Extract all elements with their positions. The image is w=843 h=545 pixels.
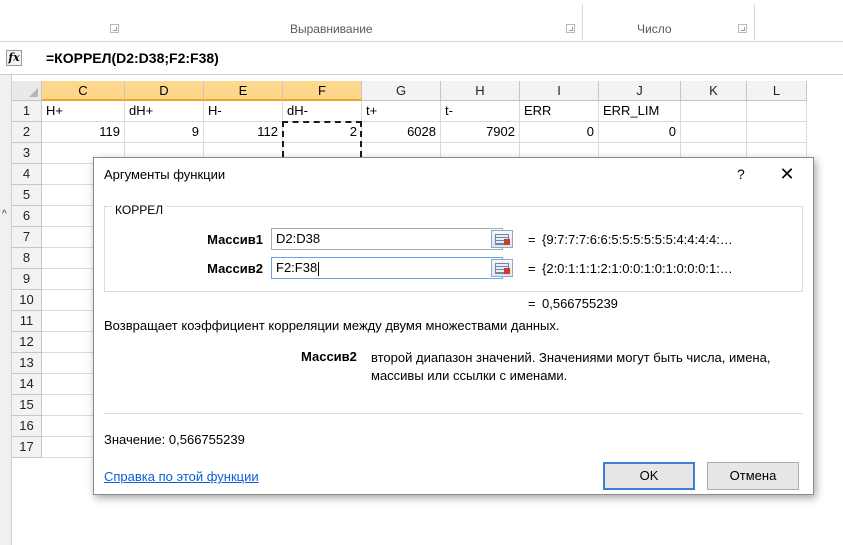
row-header[interactable]: 15 xyxy=(12,395,42,416)
text-caret xyxy=(318,261,320,276)
column-header[interactable]: L xyxy=(747,81,807,101)
arg2-collapse-icon[interactable] xyxy=(491,259,513,277)
arg1-collapse-icon[interactable] xyxy=(491,230,513,248)
help-icon[interactable]: ? xyxy=(737,166,745,182)
cancel-button[interactable]: Отмена xyxy=(707,462,799,490)
dialog-title: Аргументы функции xyxy=(104,167,226,182)
arg2-label: Массив2 xyxy=(207,261,263,276)
cell[interactable]: 0 xyxy=(520,122,599,143)
cell[interactable]: dH+ xyxy=(125,101,204,122)
number-launcher-icon[interactable] xyxy=(738,24,747,33)
row-header[interactable]: 9 xyxy=(12,269,42,290)
column-header[interactable]: I xyxy=(520,81,599,101)
cell[interactable]: 112 xyxy=(204,122,283,143)
cell[interactable]: 7902 xyxy=(441,122,520,143)
column-header[interactable]: K xyxy=(681,81,747,101)
ribbon-group-number: Число xyxy=(637,22,672,36)
arg1-equals: = xyxy=(528,232,536,247)
cell[interactable]: 0 xyxy=(599,122,681,143)
row-header[interactable]: 16 xyxy=(12,416,42,437)
column-header[interactable]: F xyxy=(283,81,362,101)
select-all-button[interactable] xyxy=(12,81,42,101)
column-header[interactable]: D xyxy=(125,81,204,101)
arg1-input[interactable]: D2:D38 xyxy=(271,228,503,250)
dialog-titlebar[interactable]: Аргументы функции ? ✕ xyxy=(94,158,813,192)
column-header[interactable]: E xyxy=(204,81,283,101)
arg2-evaluated: {2:0:1:1:1:2:1:0:0:1:0:1:0:0:0:1:… xyxy=(542,261,733,276)
formula-bar: fx =КОРРЕЛ(D2:D38;F2:F38) xyxy=(0,42,843,75)
row-header[interactable]: 10 xyxy=(12,290,42,311)
function-name: КОРРЕЛ xyxy=(112,203,167,217)
cell[interactable]: t- xyxy=(441,101,520,122)
cell[interactable]: ERR_LIM xyxy=(599,101,681,122)
row-header[interactable]: 11 xyxy=(12,311,42,332)
cell[interactable] xyxy=(747,101,807,122)
row-header[interactable]: 13 xyxy=(12,353,42,374)
cell[interactable] xyxy=(747,122,807,143)
row-header[interactable]: 5 xyxy=(12,185,42,206)
row-header[interactable]: 8 xyxy=(12,248,42,269)
row-header[interactable]: 3 xyxy=(12,143,42,164)
cell[interactable]: 6028 xyxy=(362,122,441,143)
cell[interactable]: ERR xyxy=(520,101,599,122)
row-header[interactable]: 4 xyxy=(12,164,42,185)
cell[interactable] xyxy=(681,122,747,143)
column-header[interactable]: C xyxy=(42,81,125,101)
formula-input[interactable]: =КОРРЕЛ(D2:D38;F2:F38) xyxy=(46,50,219,66)
arg2-input-value: F2:F38 xyxy=(276,260,318,275)
cell[interactable]: H- xyxy=(204,101,283,122)
cell[interactable]: dH- xyxy=(283,101,362,122)
value-result: 0,566755239 xyxy=(168,432,245,447)
formula-result: 0,566755239 xyxy=(542,296,618,311)
row-header[interactable]: 12 xyxy=(12,332,42,353)
ribbon-group-strip: Выравнивание Число xyxy=(0,0,843,42)
divider xyxy=(104,413,803,414)
close-icon[interactable]: ✕ xyxy=(772,162,802,186)
column-header[interactable]: J xyxy=(599,81,681,101)
cell[interactable]: H+ xyxy=(42,101,125,122)
group-divider xyxy=(582,4,583,40)
cell[interactable]: t+ xyxy=(362,101,441,122)
row-header[interactable]: 6 xyxy=(12,206,42,227)
argument-help-text: второй диапазон значений. Значениями мог… xyxy=(371,350,771,383)
result-equals: = xyxy=(528,296,536,311)
caret-up-icon[interactable]: ^ xyxy=(2,209,7,220)
function-arguments-dialog: Аргументы функции ? ✕ КОРРЕЛ Массив1 D2:… xyxy=(93,157,814,495)
help-link[interactable]: Справка по этой функции xyxy=(104,469,259,484)
arg1-label: Массив1 xyxy=(207,232,263,247)
alignment-launcher-icon[interactable] xyxy=(566,24,575,33)
cell[interactable]: 119 xyxy=(42,122,125,143)
group-divider xyxy=(754,4,755,40)
argument-help-name: Массив2 xyxy=(301,349,357,364)
column-header[interactable]: G xyxy=(362,81,441,101)
arg2-equals: = xyxy=(528,261,536,276)
ok-button[interactable]: OK xyxy=(603,462,695,490)
arg2-input[interactable]: F2:F38 xyxy=(271,257,503,279)
value-line: Значение: 0,566755239 xyxy=(104,432,245,447)
row-header[interactable]: 14 xyxy=(12,374,42,395)
dialog-launcher-icon[interactable] xyxy=(110,24,119,33)
arg1-evaluated: {9:7:7:7:6:6:5:5:5:5:5:5:4:4:4:4:… xyxy=(542,232,733,247)
row-header[interactable]: 7 xyxy=(12,227,42,248)
cell[interactable]: 9 xyxy=(125,122,204,143)
cell[interactable]: 2 xyxy=(283,122,362,143)
column-header[interactable]: H xyxy=(441,81,520,101)
row-header[interactable]: 17 xyxy=(12,437,42,458)
value-label: Значение: xyxy=(104,432,166,447)
ribbon-group-alignment: Выравнивание xyxy=(290,22,373,36)
row-header[interactable]: 2 xyxy=(12,122,42,143)
function-description: Возвращает коэффициент корреляции между … xyxy=(104,318,560,333)
cell[interactable] xyxy=(681,101,747,122)
insert-function-icon[interactable]: fx xyxy=(6,50,22,66)
row-header[interactable]: 1 xyxy=(12,101,42,122)
left-panel: ^ xyxy=(0,75,12,545)
